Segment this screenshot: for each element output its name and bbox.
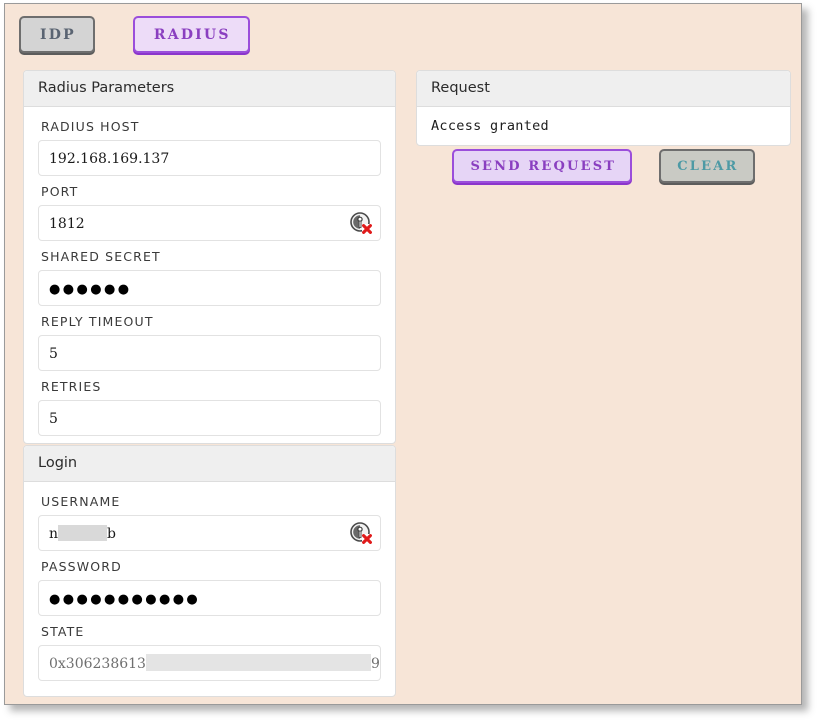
input-shared-secret-value: ●●●●●● [49,282,131,297]
label-port: PORT [38,184,381,205]
input-state-suffix: 934622d613036 [371,656,381,672]
input-state-prefix: 0x306238613 [49,656,146,672]
label-state: STATE [38,624,381,645]
tab-bar: IDP RADIUS [19,16,250,56]
input-reply-timeout[interactable]: 5 [38,335,381,371]
request-response-text: Access granted [417,107,790,146]
state-redaction [146,654,371,671]
label-username: USERNAME [38,494,381,515]
login-title: Login [24,446,395,482]
label-radius-host: RADIUS HOST [38,119,381,140]
field-state: STATE 0x306238613 934622d613036 [38,624,381,681]
input-state[interactable]: 0x306238613 934622d613036 [38,645,381,681]
label-password: PASSWORD [38,559,381,580]
input-username[interactable]: nb [38,515,381,551]
username-redaction [58,525,107,541]
input-port[interactable]: 1812 [38,205,381,241]
input-port-value: 1812 [49,216,85,232]
app-window: IDP RADIUS Radius Parameters RADIUS HOST… [4,3,802,705]
field-radius-host: RADIUS HOST 192.168.169.137 [38,119,381,176]
radius-parameters-title: Radius Parameters [24,71,395,107]
input-shared-secret[interactable]: ●●●●●● [38,270,381,306]
label-reply-timeout: REPLY TIMEOUT [38,314,381,335]
tab-radius[interactable]: RADIUS [133,16,250,53]
field-reply-timeout: REPLY TIMEOUT 5 [38,314,381,371]
field-username: USERNAME nb [38,494,381,551]
input-username-suffix: b [107,526,116,542]
send-request-button[interactable]: SEND REQUEST [452,149,632,183]
input-retries[interactable]: 5 [38,400,381,436]
tab-idp[interactable]: IDP [19,16,95,53]
label-shared-secret: SHARED SECRET [38,249,381,270]
field-retries: RETRIES 5 [38,379,381,436]
input-radius-host[interactable]: 192.168.169.137 [38,140,381,176]
login-panel: Login USERNAME nb [23,445,396,697]
keepass-autotype-icon[interactable] [350,212,372,234]
clear-button[interactable]: CLEAR [659,149,754,183]
input-password-value: ●●●●●●●●●●● [49,592,200,607]
request-button-row: SEND REQUEST CLEAR [416,149,791,183]
request-title: Request [417,71,790,107]
field-port: PORT 1812 [38,184,381,241]
radius-parameters-body: RADIUS HOST 192.168.169.137 PORT 1812 [24,107,395,458]
input-username-prefix: n [49,526,58,542]
field-shared-secret: SHARED SECRET ●●●●●● [38,249,381,306]
keepass-autotype-icon[interactable] [350,522,372,544]
radius-parameters-panel: Radius Parameters RADIUS HOST 192.168.16… [23,70,396,444]
label-retries: RETRIES [38,379,381,400]
input-password[interactable]: ●●●●●●●●●●● [38,580,381,616]
request-panel: Request Access granted [416,70,791,146]
field-password: PASSWORD ●●●●●●●●●●● [38,559,381,616]
login-body: USERNAME nb [24,482,395,703]
